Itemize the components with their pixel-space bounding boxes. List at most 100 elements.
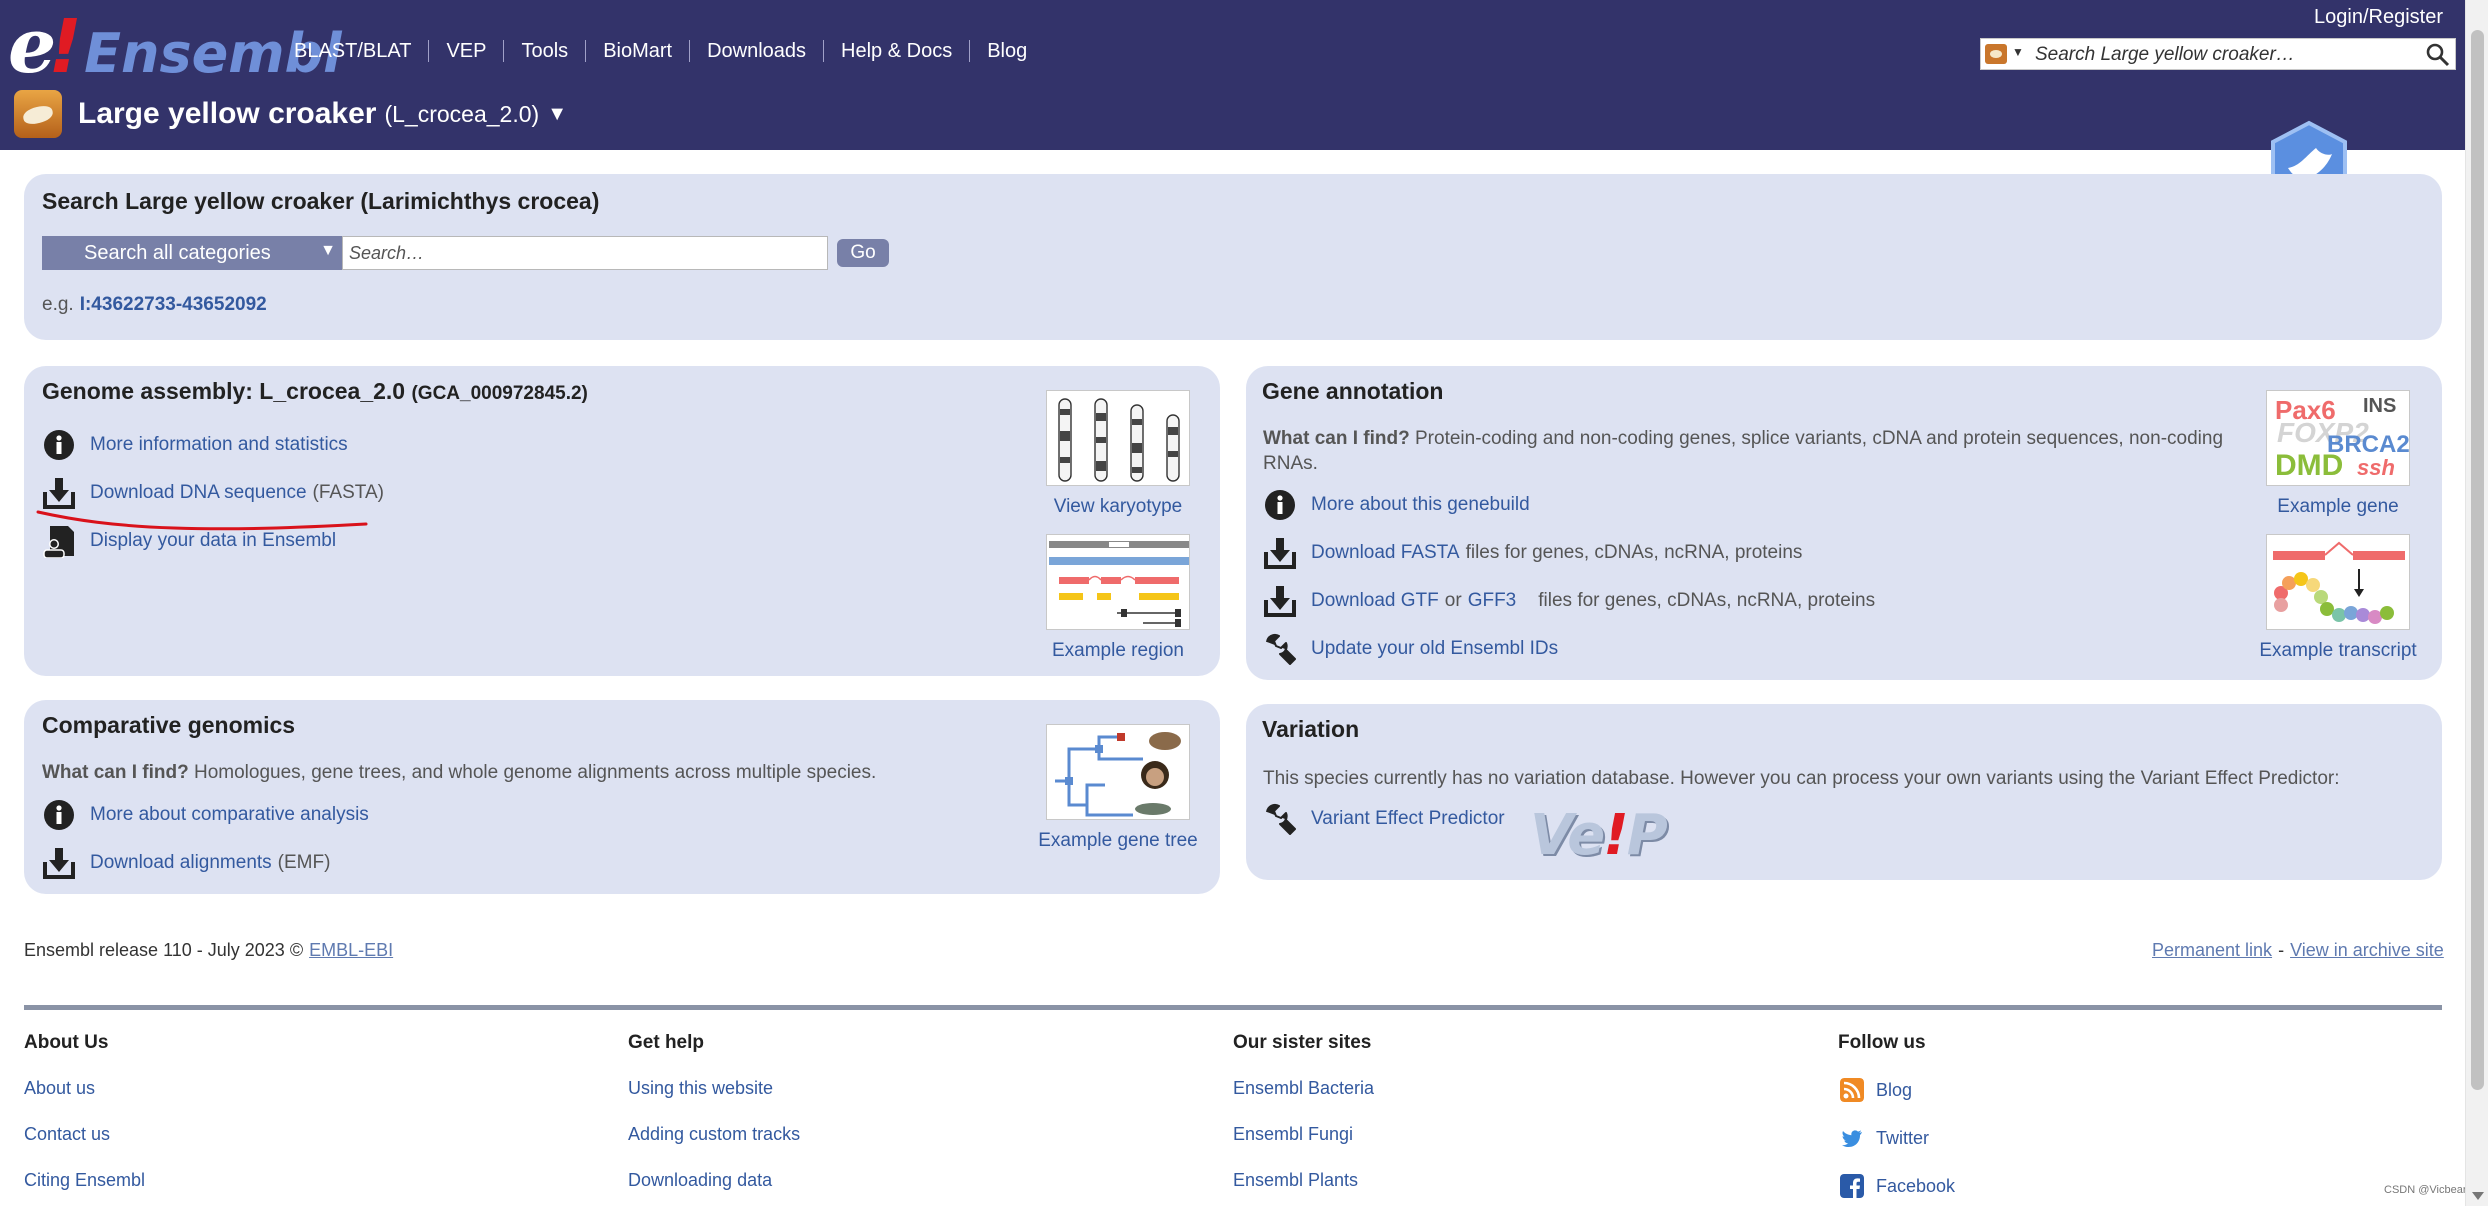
gene-word-ssh: ssh: [2357, 455, 2395, 480]
gene-tree-thumbnail[interactable]: [1046, 724, 1190, 820]
footer-fungi-link[interactable]: Ensembl Fungi: [1233, 1124, 1353, 1145]
download-alignments-row: Download alignments (EMF): [42, 846, 330, 880]
gene-annotation-title: Gene annotation: [1262, 378, 1444, 404]
species-dropdown-caret[interactable]: ▼: [2012, 45, 2024, 59]
footer-twitter-label: Twitter: [1876, 1127, 1930, 1148]
example-gene-tree-link[interactable]: Example gene tree: [1016, 830, 1220, 852]
comparative-info-row: More about comparative analysis: [42, 798, 369, 832]
search-icon[interactable]: [2425, 42, 2451, 68]
footer-follow-title: Follow us: [1838, 1032, 1926, 1053]
footer-bacteria-link[interactable]: Ensembl Bacteria: [1233, 1078, 1374, 1099]
download-fasta-link[interactable]: Download FASTA: [1311, 542, 1460, 564]
region-thumbnail[interactable]: [1046, 534, 1190, 630]
red-annotation-underline: [36, 510, 368, 531]
comparative-genomics-title: Comparative genomics: [42, 712, 296, 738]
gff3-link[interactable]: GFF3: [1468, 590, 1517, 612]
logo-bang: !: [48, 4, 83, 90]
download-gtf-link[interactable]: Download GTF: [1311, 590, 1439, 612]
download-icon: [43, 848, 75, 879]
nav-help-docs[interactable]: Help & Docs: [823, 40, 969, 62]
karyotype-thumbnail[interactable]: [1046, 390, 1190, 486]
footer-twitter-link[interactable]: Twitter: [1840, 1126, 1929, 1150]
example-location-link[interactable]: I:43622733-43652092: [80, 294, 267, 316]
example-region-link[interactable]: Example region: [1016, 640, 1220, 662]
scroll-down-arrow-icon[interactable]: [2472, 1192, 2484, 1200]
nav-biomart[interactable]: BioMart: [585, 40, 689, 62]
footer-contact-us-link[interactable]: Contact us: [24, 1124, 110, 1145]
species-assembly: (L_crocea_2.0): [384, 100, 540, 127]
scrollbar-thumb[interactable]: [2471, 30, 2484, 1090]
vep-logo-ve: Ve: [1530, 802, 1605, 868]
gtf-files-text: files for genes, cDNAs, ncRNA, proteins: [1538, 590, 1876, 611]
genome-assembly-title: Genome assembly: L_crocea_2.0 (GCA_00097…: [42, 378, 588, 405]
footer-facebook-link[interactable]: Facebook: [1840, 1174, 1955, 1198]
vep-logo[interactable]: Ve ! P: [1530, 800, 1668, 870]
footer-plants-link[interactable]: Ensembl Plants: [1233, 1170, 1358, 1191]
gene-annotation-description: What can I find? Protein-coding and non-…: [1263, 426, 2243, 476]
footer-blog-label: Blog: [1876, 1079, 1913, 1100]
footer-blog-link[interactable]: Blog: [1840, 1078, 1912, 1102]
footer-divider: [24, 1005, 2442, 1010]
embl-ebi-link[interactable]: EMBL-EBI: [309, 940, 393, 961]
comparative-description: What can I find? Homologues, gene trees,…: [42, 760, 1002, 785]
download-icon: [1264, 538, 1296, 569]
link-separator: -: [2278, 940, 2285, 960]
go-button[interactable]: Go: [837, 239, 889, 267]
species-header[interactable]: Large yellow croaker (L_crocea_2.0) ▼: [14, 90, 567, 138]
example-gene-link[interactable]: Example gene: [2238, 496, 2438, 518]
footer-custom-tracks-link[interactable]: Adding custom tracks: [628, 1124, 800, 1145]
footer-downloading-data-link[interactable]: Downloading data: [628, 1170, 772, 1191]
top-navigation: BLAST/BLAT VEP Tools BioMart Downloads H…: [292, 40, 1044, 62]
update-ensembl-ids-link[interactable]: Update your old Ensembl IDs: [1311, 638, 1558, 660]
category-select[interactable]: Search all categories ▼: [42, 236, 342, 270]
facebook-icon: [1840, 1174, 1864, 1198]
chevron-down-icon: ▼: [320, 242, 336, 259]
twitter-icon: [1842, 1130, 1862, 1147]
emf-suffix: (EMF): [277, 852, 331, 873]
comparative-text: Homologues, gene trees, and whole genome…: [194, 762, 877, 783]
download-alignments-link[interactable]: Download alignments: [90, 852, 272, 874]
transcript-thumbnail[interactable]: [2266, 534, 2410, 630]
release-info: Ensembl release 110 - July 2023 © EMBL-E…: [24, 940, 393, 961]
nav-tools[interactable]: Tools: [503, 40, 585, 62]
nav-downloads[interactable]: Downloads: [689, 40, 823, 62]
fasta-suffix: (FASTA): [312, 482, 384, 503]
gene-word-dmd: DMD: [2275, 449, 2344, 482]
footer-about-title: About Us: [24, 1032, 109, 1053]
nav-blast[interactable]: BLAST/BLAT: [292, 40, 428, 62]
view-karyotype-link[interactable]: View karyotype: [1016, 496, 1220, 518]
nav-vep[interactable]: VEP: [428, 40, 503, 62]
download-icon: [43, 478, 75, 509]
download-dna-sequence-link[interactable]: Download DNA sequence: [90, 482, 307, 504]
species-menu-caret[interactable]: ▼: [547, 103, 567, 126]
more-about-comparative-link[interactable]: More about comparative analysis: [90, 804, 369, 826]
gene-thumbnail[interactable]: Pax6 INS FOXP2 BRCA2 DMD ssh: [2266, 390, 2410, 486]
wrench-icon: [1266, 633, 1296, 665]
nav-blog[interactable]: Blog: [969, 40, 1044, 62]
gene-tree-image: [1055, 732, 1181, 817]
page-links: Permanent link - View in archive site: [2152, 940, 2444, 961]
variant-effect-predictor-link[interactable]: Variant Effect Predictor: [1311, 808, 1505, 830]
update-ids-row: Update your old Ensembl IDs: [1263, 632, 1558, 666]
download-fasta-row: Download FASTA files for genes, cDNAs, n…: [1263, 536, 1802, 570]
login-register-link[interactable]: Login/Register: [2314, 6, 2443, 29]
example-transcript-link[interactable]: Example transcript: [2238, 640, 2438, 662]
permanent-link[interactable]: Permanent link: [2152, 940, 2272, 961]
more-information-link[interactable]: More information and statistics: [90, 434, 348, 456]
header-search-input[interactable]: [2033, 40, 2407, 70]
view-in-archive-link[interactable]: View in archive site: [2290, 940, 2444, 961]
more-about-genebuild-link[interactable]: More about this genebuild: [1311, 494, 1530, 516]
footer-using-website-link[interactable]: Using this website: [628, 1078, 773, 1099]
fasta-files-text: files for genes, cDNAs, ncRNA, proteins: [1465, 542, 1803, 563]
species-fish-icon[interactable]: [1985, 44, 2007, 64]
assembly-accession: (GCA_000972845.2): [411, 383, 588, 404]
assembly-download-row: Download DNA sequence (FASTA): [42, 476, 384, 510]
wrench-icon: [1266, 803, 1296, 835]
search-panel-title: Search Large yellow croaker (Larimichthy…: [42, 188, 600, 214]
footer-citing-link[interactable]: Citing Ensembl: [24, 1170, 145, 1191]
page-scrollbar[interactable]: [2465, 0, 2488, 1206]
footer-about-us-link[interactable]: About us: [24, 1078, 95, 1099]
download-icon: [1264, 586, 1296, 617]
species-search-input[interactable]: [342, 236, 828, 270]
genebuild-row: More about this genebuild: [1263, 488, 1530, 522]
